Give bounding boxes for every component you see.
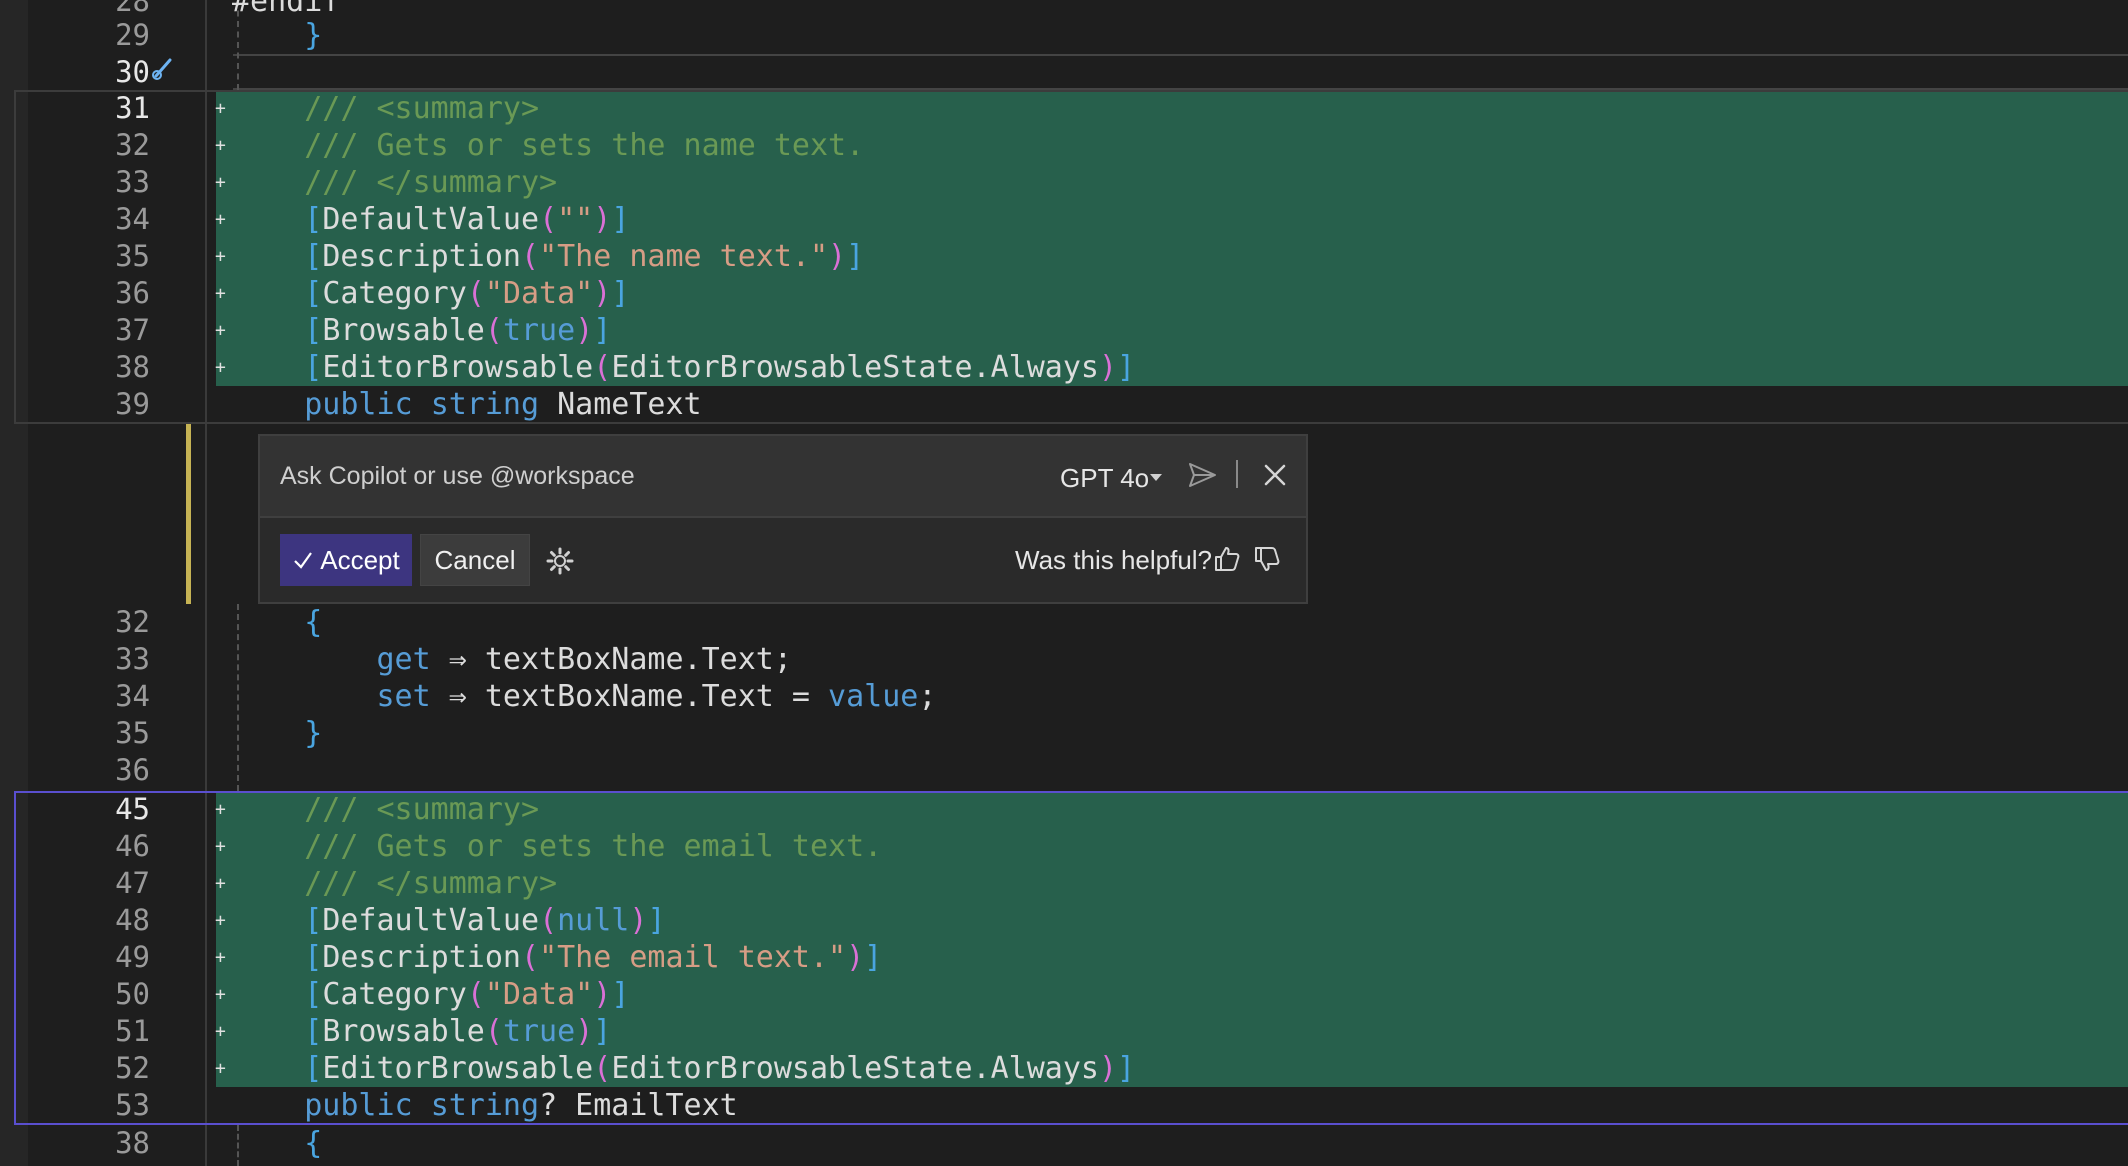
separator <box>1236 460 1238 488</box>
thumbs-down-icon[interactable] <box>1252 544 1282 574</box>
line-number: 38 <box>115 1126 150 1160</box>
code-token: value <box>828 679 919 714</box>
thumbs-up-icon[interactable] <box>1212 544 1242 574</box>
line-number: 34 <box>115 679 150 713</box>
gear-icon[interactable] <box>545 546 575 576</box>
line-number: 35 <box>115 716 150 750</box>
line-number: 36 <box>115 753 150 787</box>
code-line[interactable]: 33 get ⇒ textBoxName.Text; <box>0 641 2128 678</box>
code-token: } <box>232 716 323 751</box>
line-number: 29 <box>115 18 150 52</box>
code-line[interactable]: 29 } <box>0 17 2128 54</box>
diff-block-frame-2 <box>14 791 2128 1125</box>
line-number: 33 <box>115 642 150 676</box>
line-number: 32 <box>115 605 150 639</box>
code-text: } <box>232 715 322 752</box>
checkmark-icon <box>294 552 313 569</box>
change-indicator <box>186 424 191 604</box>
copilot-inline-chat: Ask Copilot or use @workspace GPT 4o Acc… <box>258 434 1308 604</box>
close-icon[interactable] <box>1258 458 1292 492</box>
code-token: } <box>232 18 323 53</box>
code-token: set <box>232 679 449 714</box>
prompt-input[interactable]: Ask Copilot or use @workspace <box>280 436 635 516</box>
code-line[interactable]: 34 set ⇒ textBoxName.Text = value; <box>0 678 2128 715</box>
accept-label: Accept <box>320 544 400 575</box>
model-selector[interactable]: GPT 4o <box>1060 436 1149 520</box>
chevron-down-icon[interactable] <box>1150 474 1162 481</box>
diff-block-frame-1 <box>14 90 2128 424</box>
code-line[interactable]: 30 <box>0 54 2128 91</box>
line-number: 30 <box>115 55 150 89</box>
code-token: { <box>232 605 323 640</box>
prompt-bar: Ask Copilot or use @workspace GPT 4o <box>260 436 1306 518</box>
code-text: get ⇒ textBoxName.Text; <box>232 641 792 678</box>
accept-button[interactable]: Accept <box>280 534 412 586</box>
feedback-prompt: Was this helpful? <box>1015 545 1213 575</box>
code-token: { <box>232 1126 323 1161</box>
code-text: { <box>232 604 322 641</box>
code-line[interactable]: 35 } <box>0 715 2128 752</box>
copilot-brush-icon[interactable] <box>150 54 178 82</box>
code-token: get <box>232 642 449 677</box>
code-line[interactable]: 38 { <box>0 1125 2128 1162</box>
code-token: ⇒ textBoxName.Text; <box>448 642 792 677</box>
code-text: set ⇒ textBoxName.Text = value; <box>232 678 936 715</box>
code-text: } <box>232 17 322 54</box>
cancel-button[interactable]: Cancel <box>420 534 530 586</box>
code-text: { <box>232 1125 322 1162</box>
code-token: ⇒ textBoxName.Text = <box>448 679 829 714</box>
code-line[interactable]: 32 { <box>0 604 2128 641</box>
code-token: ; <box>918 679 937 714</box>
code-line[interactable]: 36 <box>0 752 2128 789</box>
send-icon[interactable] <box>1185 458 1219 492</box>
